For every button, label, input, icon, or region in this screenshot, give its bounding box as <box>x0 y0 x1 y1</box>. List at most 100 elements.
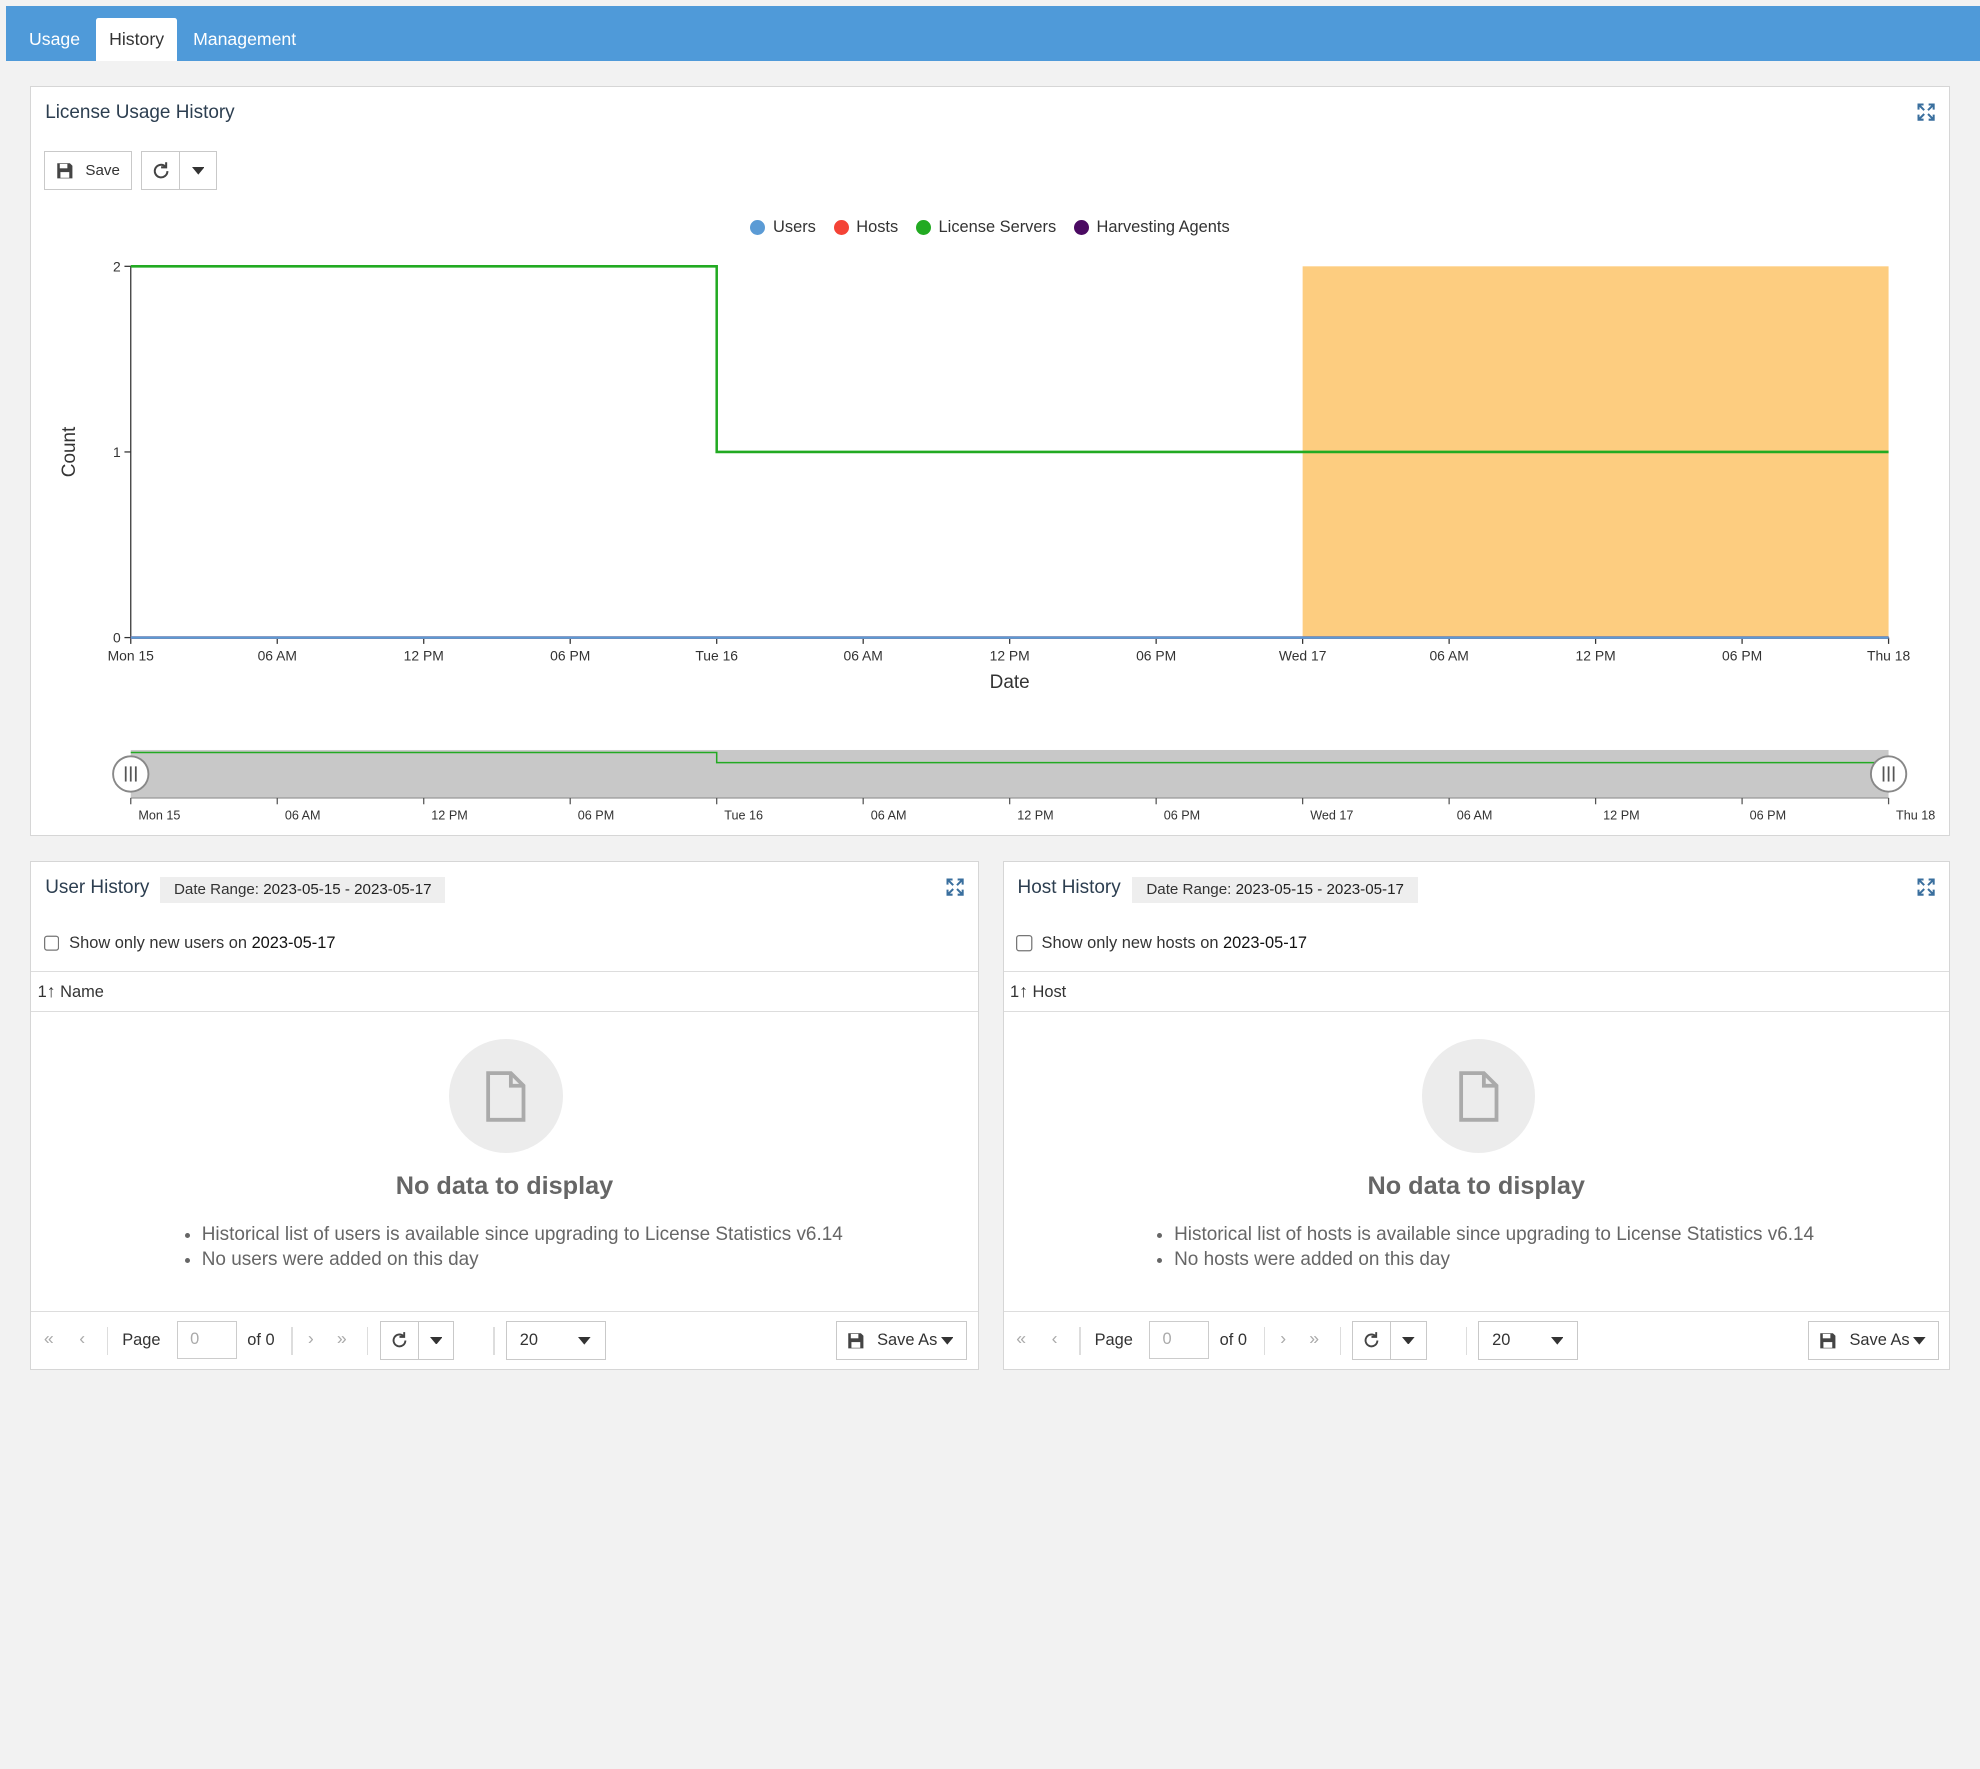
page-size-value: 20 <box>519 1330 538 1349</box>
x-tick-label: 12 PM <box>990 647 1030 663</box>
prev-page-icon[interactable]: ‹ <box>79 1328 85 1349</box>
caret-down-icon <box>578 1337 591 1345</box>
divider <box>493 1327 495 1355</box>
new-hosts-date: 2023-05-17 <box>1223 934 1307 953</box>
divider <box>1263 1327 1266 1355</box>
x-tick-label: Tue 16 <box>696 647 739 663</box>
refresh-button[interactable] <box>141 151 181 191</box>
save-label: Save <box>85 162 120 180</box>
last-page-icon[interactable]: » <box>1309 1328 1319 1349</box>
tab-management[interactable]: Management <box>180 18 308 61</box>
legend-item-hosts[interactable]: Hosts <box>833 218 898 237</box>
sort-index: 1 <box>1009 982 1020 1001</box>
empty-message-list: Historical list of hosts is available si… <box>1151 1222 1814 1273</box>
next-page-icon[interactable]: › <box>1280 1328 1286 1349</box>
divider <box>291 1327 293 1355</box>
x-tick-label: 06 AM <box>1430 647 1469 663</box>
empty-file-icon <box>1421 1039 1536 1153</box>
license-usage-panel: License Usage History Save Users Hosts Lic… <box>30 85 1950 836</box>
page-label: Page <box>122 1330 161 1349</box>
page-number-input[interactable] <box>176 1320 238 1359</box>
x-tick-label: 06 PM <box>1136 647 1176 663</box>
handle-circle <box>1870 755 1908 793</box>
divider <box>1079 1327 1081 1355</box>
empty-file-icon <box>449 1039 563 1153</box>
pager-refresh-dropdown[interactable] <box>1390 1320 1427 1361</box>
user-history-title: User History <box>45 877 150 899</box>
x-tick-label: 12 PM <box>404 647 444 663</box>
x-tick-label: 06 PM <box>550 647 590 663</box>
legend-marker <box>750 220 766 236</box>
save-as-button[interactable]: Save As <box>835 1320 968 1361</box>
tab-usage[interactable]: Usage <box>16 18 92 61</box>
save-icon <box>848 1332 864 1349</box>
new-hosts-checkbox[interactable] <box>1016 935 1033 952</box>
caret-down-icon <box>1402 1336 1415 1345</box>
first-page-icon[interactable]: « <box>1016 1328 1026 1349</box>
new-users-checkbox-row[interactable]: Show only new users on 2023-05-17 <box>43 934 336 953</box>
next-page-icon[interactable]: › <box>308 1328 314 1349</box>
prev-page-icon[interactable]: ‹ <box>1052 1328 1058 1349</box>
expand-icon[interactable] <box>1916 102 1936 122</box>
last-page-icon[interactable]: » <box>337 1328 347 1349</box>
expand-icon[interactable] <box>1916 877 1936 897</box>
page-label: Page <box>1094 1330 1133 1349</box>
page-size-value: 20 <box>1492 1330 1511 1349</box>
page-total: of 0 <box>247 1330 275 1349</box>
divider <box>107 1327 109 1355</box>
x-tick-label: Mon 15 <box>108 647 155 663</box>
legend-label: Users <box>773 218 816 237</box>
refresh-dropdown-button[interactable] <box>179 151 217 191</box>
pager-refresh-dropdown[interactable] <box>417 1320 455 1361</box>
license-usage-chart: 0 1 2 Mon 15 06 AM 12 PM 06 PM Tue 16 06 AM 12 PM… <box>59 258 1935 822</box>
page-size-select[interactable]: 20 <box>1478 1320 1579 1361</box>
caret-down-icon <box>191 167 205 175</box>
empty-title: No data to display <box>1367 1171 1585 1200</box>
navigator-tick-label: 06 PM <box>1164 808 1200 822</box>
save-as-button[interactable]: Save As <box>1808 1320 1940 1361</box>
sort-asc-icon: ↑ <box>1019 980 1028 1001</box>
user-pager: « ‹ Page of 0 › » 20 Save As <box>31 1311 978 1369</box>
divider <box>1465 1327 1468 1355</box>
caret-down-icon <box>1550 1337 1564 1345</box>
pager-refresh-button[interactable] <box>1352 1320 1392 1361</box>
name-column-header[interactable]: 1↑ Name <box>31 970 978 1013</box>
caret-down-icon <box>429 1336 443 1345</box>
caret-down-icon <box>1913 1337 1926 1345</box>
highlight-band <box>1302 266 1889 638</box>
x-tick-label: 06 PM <box>1722 647 1762 663</box>
date-range-label: Date Range: <box>1146 881 1232 899</box>
navigator-tick-label: 06 PM <box>1750 808 1786 822</box>
new-hosts-checkbox-row[interactable]: Show only new hosts on 2023-05-17 <box>1016 934 1307 953</box>
empty-message: No hosts were added on this day <box>1174 1247 1814 1272</box>
navigator-tick-label: 06 AM <box>1457 808 1493 822</box>
tab-history[interactable]: History <box>96 17 177 61</box>
legend-item-harvesting-agents[interactable]: Harvesting Agents <box>1073 218 1230 237</box>
empty-message: Historical list of users is available si… <box>202 1222 843 1247</box>
series-line-license-servers <box>131 264 1889 454</box>
page-number-input[interactable] <box>1148 1320 1210 1359</box>
save-icon <box>57 163 73 179</box>
x-tick-label: 12 PM <box>1576 647 1616 663</box>
legend-item-users[interactable]: Users <box>750 218 816 237</box>
legend-item-license-servers[interactable]: License Servers <box>915 218 1057 237</box>
new-users-date: 2023-05-17 <box>251 934 336 953</box>
host-column-header[interactable]: 1↑ Host <box>1003 970 1949 1013</box>
pager-refresh-button[interactable] <box>379 1320 419 1361</box>
host-column-label: Host <box>1032 982 1067 1001</box>
navigator-left-handle[interactable] <box>112 755 150 793</box>
x-tick-label: Wed 17 <box>1279 647 1327 663</box>
page-size-select[interactable]: 20 <box>506 1320 606 1361</box>
legend-label: License Servers <box>938 218 1057 237</box>
navigator-right-handle[interactable] <box>1870 755 1908 793</box>
empty-message-list: Historical list of users is available si… <box>179 1222 843 1273</box>
navigator-tick-label: 06 PM <box>578 808 614 822</box>
navigator-tick-label: Mon 15 <box>139 808 181 822</box>
chart-legend: Users Hosts License Servers Harvesting Agen… <box>31 218 1948 237</box>
x-axis-label: Date <box>990 672 1030 693</box>
new-users-checkbox[interactable] <box>43 935 61 952</box>
first-page-icon[interactable]: « <box>44 1328 54 1349</box>
new-users-label: Show only new users on <box>69 934 247 953</box>
expand-icon[interactable] <box>945 877 965 897</box>
save-button[interactable]: Save <box>43 151 133 191</box>
